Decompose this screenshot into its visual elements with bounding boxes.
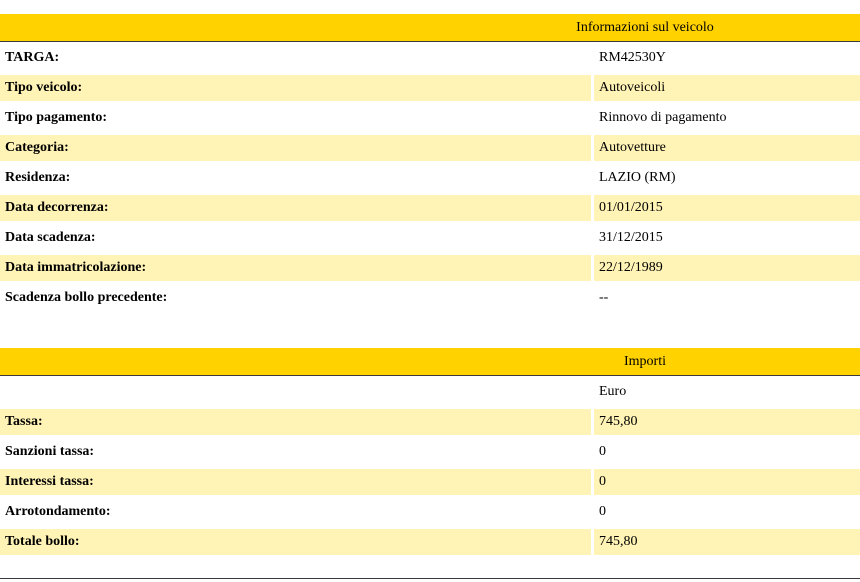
interessi-tassa-label: Interessi tassa: — [5, 474, 94, 489]
data-immatricolazione-value: 22/12/1989 — [599, 260, 663, 275]
scadenza-bollo-precedente-label: Scadenza bollo precedente: — [5, 290, 168, 305]
interessi-tassa-value: 0 — [599, 474, 606, 489]
scadenza-bollo-precedente-value: -- — [599, 290, 609, 305]
vehicle-info-title: Informazioni sul veicolo — [576, 20, 714, 35]
table-row-targa: TARGA: RM42530Y — [0, 45, 860, 71]
totale-bollo-value: 745,80 — [599, 534, 638, 549]
data-immatricolazione-label: Data immatricolazione: — [5, 260, 147, 275]
table-row-data-decorrenza: Data decorrenza: 01/01/2015 — [0, 195, 860, 221]
column-divider — [591, 469, 594, 495]
column-divider — [591, 409, 594, 435]
table-row-arrotondamento: Arrotondamento: 0 — [0, 499, 860, 525]
table-row-sanzioni-tassa: Sanzioni tassa: 0 — [0, 439, 860, 465]
table-row-data-immatricolazione: Data immatricolazione: 22/12/1989 — [0, 255, 860, 281]
table-row-tipo-pagamento: Tipo pagamento: Rinnovo di pagamento — [0, 105, 860, 131]
targa-value: RM42530Y — [599, 50, 666, 65]
totale-bollo-label: Totale bollo: — [5, 534, 80, 549]
tassa-value: 745,80 — [599, 414, 638, 429]
targa-label: TARGA: — [5, 50, 60, 65]
categoria-label: Categoria: — [5, 140, 69, 155]
table-row-residenza: Residenza: LAZIO (RM) — [0, 165, 860, 191]
table-row-currency: Euro — [0, 379, 860, 405]
table-row-totale-bollo: Totale bollo: 745,80 — [0, 529, 860, 555]
data-scadenza-label: Data scadenza: — [5, 230, 96, 245]
column-divider — [591, 135, 594, 161]
table-row-data-scadenza: Data scadenza: 31/12/2015 — [0, 225, 860, 251]
amounts-title: Importi — [624, 354, 666, 369]
column-divider — [591, 529, 594, 555]
categoria-value: Autovetture — [599, 140, 666, 155]
amounts-header: Importi — [0, 348, 860, 376]
tassa-label: Tassa: — [5, 414, 43, 429]
sanzioni-tassa-value: 0 — [599, 444, 606, 459]
data-decorrenza-label: Data decorrenza: — [5, 200, 109, 215]
table-row-interessi-tassa: Interessi tassa: 0 — [0, 469, 860, 495]
column-divider — [591, 195, 594, 221]
data-decorrenza-value: 01/01/2015 — [599, 200, 663, 215]
table-row-tassa: Tassa: 745,80 — [0, 409, 860, 435]
tipo-pagamento-value: Rinnovo di pagamento — [599, 110, 727, 125]
table-row-scadenza-bollo-precedente: Scadenza bollo precedente: -- — [0, 285, 860, 311]
data-scadenza-value: 31/12/2015 — [599, 230, 663, 245]
sanzioni-tassa-label: Sanzioni tassa: — [5, 444, 95, 459]
arrotondamento-label: Arrotondamento: — [5, 504, 111, 519]
residenza-value: LAZIO (RM) — [599, 170, 676, 185]
table-row-tipo-veicolo: Tipo veicolo: Autoveicoli — [0, 75, 860, 101]
bottom-divider — [0, 578, 860, 579]
tipo-pagamento-label: Tipo pagamento: — [5, 110, 108, 125]
vehicle-info-header: Informazioni sul veicolo — [0, 14, 860, 42]
column-divider — [591, 75, 594, 101]
table-row-categoria: Categoria: Autovetture — [0, 135, 860, 161]
tipo-veicolo-value: Autoveicoli — [599, 80, 666, 95]
currency-label: Euro — [599, 384, 627, 399]
column-divider — [591, 255, 594, 281]
page: { "vehicle_info": { "header": "Informazi… — [0, 0, 860, 582]
residenza-label: Residenza: — [5, 170, 71, 185]
tipo-veicolo-label: Tipo veicolo: — [5, 80, 83, 95]
arrotondamento-value: 0 — [599, 504, 606, 519]
